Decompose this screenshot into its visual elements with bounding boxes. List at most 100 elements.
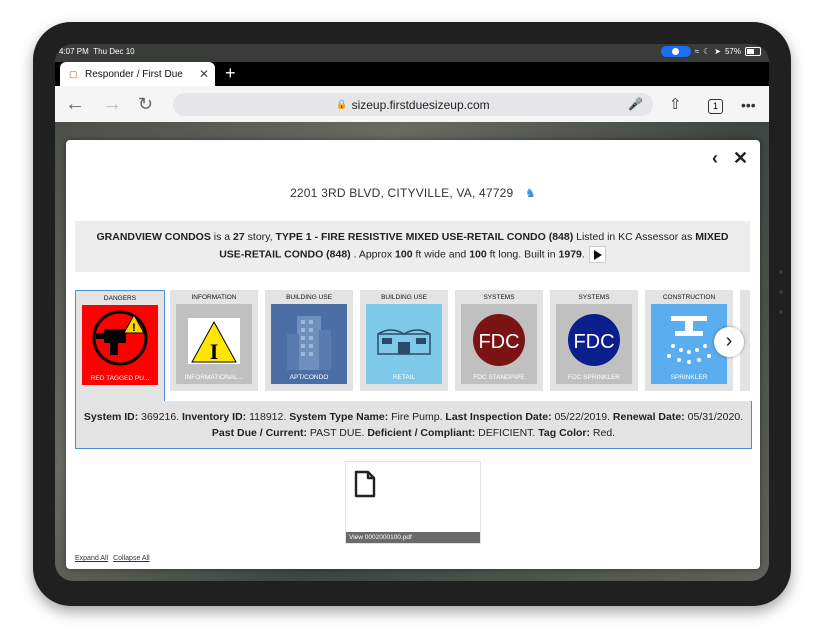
system-detail: System ID: 369216. Inventory ID: 118912.…	[75, 401, 752, 449]
status-date: Thu Dec 10	[93, 47, 135, 56]
detail-segment: 118912.	[246, 410, 290, 423]
detail-text: System ID: 369216. Inventory ID: 118912.…	[81, 409, 746, 441]
detail-segment: Past Due / Current:	[211, 426, 308, 439]
retail-store-icon	[377, 329, 431, 355]
summary-segment: 100	[469, 248, 487, 261]
collapse-all-link[interactable]: Collapse All	[113, 555, 150, 562]
bezel-sensor	[779, 290, 783, 294]
detail-segment: Renewal Date:	[612, 410, 685, 423]
next-cards-button[interactable]: ›	[714, 327, 744, 357]
svg-text:FDC: FDC	[478, 331, 519, 353]
card-category: CONSTRUCTION	[662, 294, 716, 301]
information-triangle-icon: I	[188, 318, 240, 364]
battery-icon	[745, 47, 761, 56]
pdf-attachment[interactable]: View 0002000100.pdf	[345, 461, 481, 544]
detail-segment: System ID:	[83, 410, 139, 423]
detail-segment: Inventory ID:	[182, 410, 247, 423]
close-tab-icon[interactable]: ✕	[199, 67, 209, 81]
card-label: RED TAGGED PU...	[90, 375, 150, 382]
card-tile: APT/CONDO	[271, 304, 347, 384]
tab-bar: ▢ Responder / First Due ✕ +	[55, 62, 769, 86]
wifi-icon: ≈	[694, 47, 700, 56]
card-category: SYSTEMS	[578, 294, 610, 301]
summary-segment: GRANDVIEW CONDOS	[96, 231, 211, 244]
card-building-use-apt[interactable]: BUILDING USE APT/CONDO	[265, 290, 353, 391]
card-building-use-retail[interactable]: BUILDING USE RETAIL	[360, 290, 448, 391]
more-options-icon[interactable]: •••	[741, 97, 756, 113]
detail-segment: Last Inspection Date:	[445, 410, 552, 423]
card-label: FDC SPRINKLER	[567, 374, 620, 381]
location-icon: ➤	[714, 47, 721, 56]
microphone-icon[interactable]: 🎤	[628, 97, 643, 111]
card-category: BUILDING USE	[286, 294, 332, 301]
moon-icon: ☾	[703, 47, 711, 56]
property-modal: ‹ ✕ 2201 3RD BLVD, CITYVILLE, VA, 47729 …	[66, 140, 760, 569]
fdc-standpipe-icon: FDC	[473, 314, 525, 366]
address-text: 2201 3RD BLVD, CITYVILLE, VA, 47729	[290, 186, 514, 200]
tabs-overview-button[interactable]: 1	[708, 99, 723, 114]
summary-segment: TYPE 1 - FIRE RESISTIVE MIXED USE-RETAIL…	[275, 231, 574, 244]
tab-title: Responder / First Due	[85, 68, 183, 80]
card-label: APT/CONDO	[289, 374, 329, 381]
bezel-sensor	[779, 310, 783, 314]
red-tagged-pump-icon: !	[92, 310, 148, 366]
browser-tab[interactable]: ▢ Responder / First Due ✕	[60, 62, 215, 86]
svg-text:FDC: FDC	[573, 331, 614, 353]
fdc-sprinkler-icon: FDC	[568, 314, 620, 366]
battery-percent: 57%	[724, 47, 741, 56]
bezel-sensor	[779, 270, 783, 274]
card-label: RETAIL	[392, 374, 416, 381]
detail-segment: Red.	[589, 426, 616, 439]
feature-cards: DANGERS ! RED TAGGED PU... INFORMATION I…	[75, 290, 750, 403]
site-favicon-icon: ▢	[69, 69, 78, 79]
card-information[interactable]: INFORMATION I INFORMATIONAL...	[170, 290, 258, 391]
card-systems-standpipe[interactable]: SYSTEMS FDC FDC STANDPIPE	[455, 290, 543, 391]
card-label: SPRINKLER	[670, 374, 708, 381]
status-time: 4:07 PM	[59, 47, 89, 56]
active-app-indicator	[660, 46, 691, 57]
summary-segment: 1979	[558, 248, 582, 261]
detail-segment: 369216.	[138, 410, 182, 423]
card-systems-sprinkler[interactable]: SYSTEMS FDC FDC SPRINKLER	[550, 290, 638, 391]
collapse-chevron-icon[interactable]: ‹	[712, 148, 718, 169]
property-summary: GRANDVIEW CONDOS is a 27 story, TYPE 1 -…	[75, 221, 750, 272]
summary-segment: ft wide and	[412, 248, 470, 261]
summary-text: GRANDVIEW CONDOS is a 27 story, TYPE 1 -…	[97, 231, 729, 260]
card-tile: I INFORMATIONAL...	[176, 304, 252, 384]
play-button[interactable]	[588, 246, 606, 264]
status-bar: 4:07 PM Thu Dec 10 ≈ ☾ ➤ 57%	[55, 44, 769, 62]
reload-icon[interactable]: ↻	[138, 94, 153, 115]
summary-segment: Listed in KC Assessor as	[573, 231, 696, 244]
svg-text:!: !	[132, 322, 136, 334]
back-icon[interactable]: ←	[65, 93, 85, 116]
svg-text:I: I	[210, 339, 219, 364]
share-icon[interactable]: ⇧	[669, 95, 682, 113]
detail-segment: Deficient / Compliant:	[367, 426, 476, 439]
summary-segment: 100	[395, 248, 413, 261]
property-address: 2201 3RD BLVD, CITYVILLE, VA, 47729 ♞	[66, 186, 760, 200]
url-text: sizeup.firstduesizeup.com	[351, 97, 490, 112]
detail-segment: Tag Color:	[538, 426, 590, 439]
card-category: BUILDING USE	[381, 294, 427, 301]
hierarchy-icon[interactable]: ♞	[525, 186, 536, 200]
detail-segment: DEFICIENT.	[475, 426, 539, 439]
new-tab-icon[interactable]: +	[225, 63, 236, 84]
document-icon	[354, 470, 376, 498]
card-tile: RETAIL	[366, 304, 442, 384]
detail-segment: PAST DUE.	[307, 426, 368, 439]
detail-segment: 05/31/2020.	[684, 410, 744, 423]
card-label: INFORMATIONAL...	[184, 374, 244, 381]
close-icon[interactable]: ✕	[733, 148, 748, 169]
card-category: SYSTEMS	[483, 294, 515, 301]
url-field[interactable]: 🔒 sizeup.firstduesizeup.com 🎤	[173, 93, 653, 116]
card-tile: ! RED TAGGED PU...	[82, 305, 158, 385]
detail-segment: 05/22/2019.	[551, 410, 613, 423]
card-category: DANGERS	[103, 295, 137, 302]
card-dangers[interactable]: DANGERS ! RED TAGGED PU...	[75, 290, 165, 403]
expand-all-link[interactable]: Expand All	[75, 555, 108, 562]
attachment-filename: View 0002000100.pdf	[346, 532, 480, 543]
forward-icon[interactable]: →	[102, 93, 122, 116]
summary-segment: 27	[233, 231, 245, 244]
summary-segment: story,	[244, 231, 276, 244]
apartment-building-icon	[287, 316, 331, 370]
